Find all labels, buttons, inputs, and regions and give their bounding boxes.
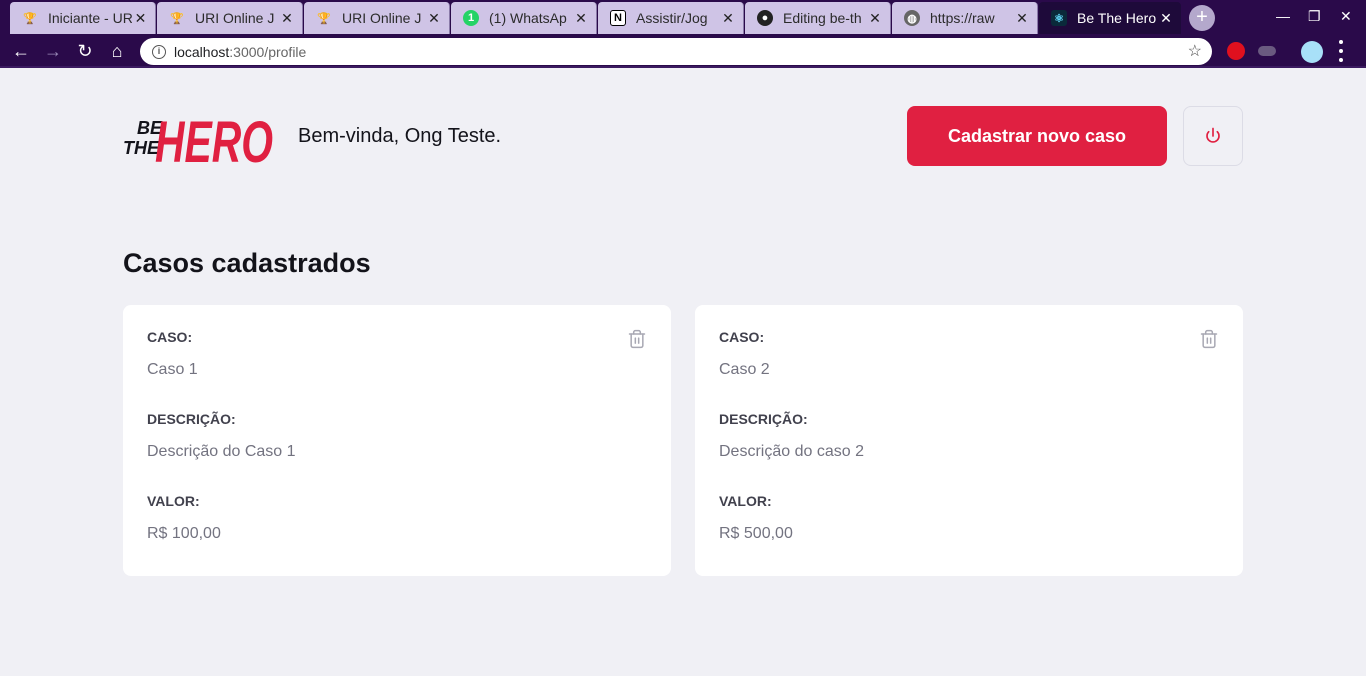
trophy-icon: 🏆	[170, 12, 184, 25]
close-tab-icon[interactable]: ✕	[132, 10, 149, 27]
tab-label: https://raw	[930, 10, 995, 26]
github-icon: ●	[757, 10, 773, 26]
trophy-icon: 🏆	[317, 12, 331, 25]
close-tab-icon[interactable]: ✕	[866, 10, 884, 27]
close-tab-icon[interactable]: ✕	[719, 10, 737, 27]
close-tab-icon[interactable]: ✕	[1157, 10, 1175, 27]
maximize-icon[interactable]: ❐	[1308, 8, 1321, 25]
case-card: CASO: Caso 2 DESCRIÇÃO: Descrição do cas…	[695, 305, 1243, 576]
profile-page: BE THE HERO Bem-vinda, Ong Teste. Cadast…	[0, 70, 1366, 676]
case-title: Caso 1	[147, 361, 198, 378]
case-value: R$ 500,00	[719, 525, 793, 542]
case-value: R$ 100,00	[147, 525, 221, 542]
case-card: CASO: Caso 1 DESCRIÇÃO: Descrição do Cas…	[123, 305, 671, 576]
browser-tab-strip: 🏆 Iniciante - URI ✕ 🏆 URI Online J ✕ 🏆 U…	[0, 0, 1366, 34]
case-label: CASO:	[719, 329, 765, 345]
extension-icon[interactable]	[1258, 46, 1276, 56]
browser-menu-icon[interactable]	[1339, 40, 1345, 62]
forward-icon[interactable]: →	[42, 40, 64, 62]
react-icon: ⚛	[1051, 10, 1067, 26]
new-tab-button[interactable]: +	[1189, 5, 1215, 31]
logo-word-hero: HERO	[155, 110, 273, 168]
value-label: VALOR:	[719, 493, 772, 509]
url-host: localhost	[174, 43, 230, 60]
close-tab-icon[interactable]: ✕	[278, 10, 296, 27]
tab-label: Editing be-th	[783, 10, 862, 26]
value-label: VALOR:	[147, 493, 200, 509]
welcome-message: Bem-vinda, Ong Teste.	[298, 125, 502, 147]
bookmark-star-icon[interactable]: ☆	[1188, 41, 1202, 61]
description-label: DESCRIÇÃO:	[719, 411, 808, 427]
browser-tab[interactable]: ● Editing be-th ✕	[745, 2, 891, 34]
tab-label: Iniciante - URI	[48, 10, 132, 26]
browser-tab-active[interactable]: ⚛ Be The Hero ✕	[1039, 2, 1181, 34]
case-description: Descrição do caso 2	[719, 443, 864, 460]
close-window-icon[interactable]: ✕	[1340, 8, 1352, 25]
trash-icon[interactable]	[1199, 329, 1219, 349]
profile-avatar[interactable]	[1301, 41, 1323, 63]
tab-label: URI Online J	[195, 10, 275, 26]
browser-tab[interactable]: 🏆 Iniciante - URI ✕	[10, 2, 156, 34]
back-icon[interactable]: ←	[10, 40, 32, 62]
notion-icon: N	[610, 10, 626, 26]
whatsapp-icon: 1	[463, 10, 479, 26]
power-icon	[1206, 127, 1220, 143]
be-the-hero-logo: BE THE HERO	[123, 110, 273, 168]
trash-icon[interactable]	[627, 329, 647, 349]
browser-tab[interactable]: ◍ https://raw ✕	[892, 2, 1038, 34]
browser-tab[interactable]: 1 (1) WhatsAp ✕	[451, 2, 597, 34]
close-tab-icon[interactable]: ✕	[572, 10, 590, 27]
case-title: Caso 2	[719, 361, 770, 378]
tab-label: Be The Hero	[1077, 10, 1157, 26]
minimize-icon[interactable]: —	[1276, 8, 1290, 24]
url-path: :3000/profile	[229, 43, 307, 60]
extension-icon[interactable]	[1227, 42, 1245, 60]
tab-label: (1) WhatsAp	[489, 10, 567, 26]
browser-tab[interactable]: N Assistir/Jog ✕	[598, 2, 744, 34]
close-tab-icon[interactable]: ✕	[425, 10, 443, 27]
case-label: CASO:	[147, 329, 193, 345]
tab-label: URI Online J	[342, 10, 422, 26]
url-field[interactable]: i localhost:3000/profile ☆	[140, 38, 1212, 65]
info-icon[interactable]: i	[152, 44, 166, 59]
reload-icon[interactable]: ↻	[74, 40, 96, 62]
tab-label: Assistir/Jog	[636, 10, 708, 26]
trophy-icon: 🏆	[23, 12, 37, 25]
close-tab-icon[interactable]: ✕	[1013, 10, 1031, 27]
logout-button[interactable]	[1183, 106, 1243, 166]
browser-tab[interactable]: 🏆 URI Online J ✕	[157, 2, 303, 34]
browser-tab[interactable]: 🏆 URI Online J ✕	[304, 2, 450, 34]
case-description: Descrição do Caso 1	[147, 443, 296, 460]
description-label: DESCRIÇÃO:	[147, 411, 236, 427]
address-bar-row: ← → ↻ ⌂ i localhost:3000/profile ☆	[0, 34, 1366, 68]
new-case-button[interactable]: Cadastrar novo caso	[907, 106, 1167, 166]
home-icon[interactable]: ⌂	[106, 40, 128, 62]
globe-icon: ◍	[904, 10, 920, 26]
page-title: Casos cadastrados	[123, 248, 371, 278]
